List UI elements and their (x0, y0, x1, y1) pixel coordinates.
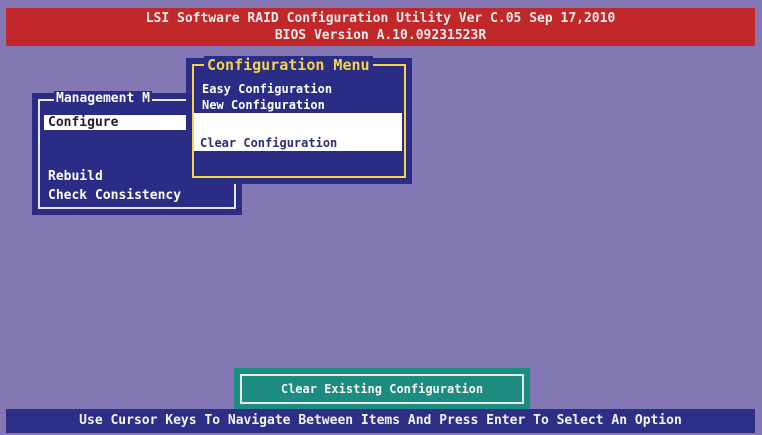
menu-item-new-configuration[interactable]: New Configuration (202, 98, 325, 112)
menu-item-rebuild[interactable]: Rebuild (48, 169, 103, 184)
app-title: LSI Software RAID Configuration Utility … (145, 11, 616, 26)
management-menu-title: Management M (54, 91, 152, 106)
menu-item-check-consistency[interactable]: Check Consistency (48, 188, 181, 203)
status-text: Clear Existing Configuration (240, 374, 524, 404)
configuration-menu-title: Configuration Menu (204, 56, 373, 74)
menu-item-clear-configuration[interactable]: Clear Configuration (200, 136, 337, 150)
menu-item-easy-configuration[interactable]: Easy Configuration (202, 82, 332, 96)
clear-configuration-highlight[interactable]: Clear Configuration (194, 113, 402, 151)
status-box: Clear Existing Configuration (234, 368, 530, 410)
title-bar: LSI Software RAID Configuration Utility … (6, 8, 755, 46)
bios-version: BIOS Version A.10.09231523R (274, 28, 487, 43)
help-bar: Use Cursor Keys To Navigate Between Item… (6, 409, 755, 433)
